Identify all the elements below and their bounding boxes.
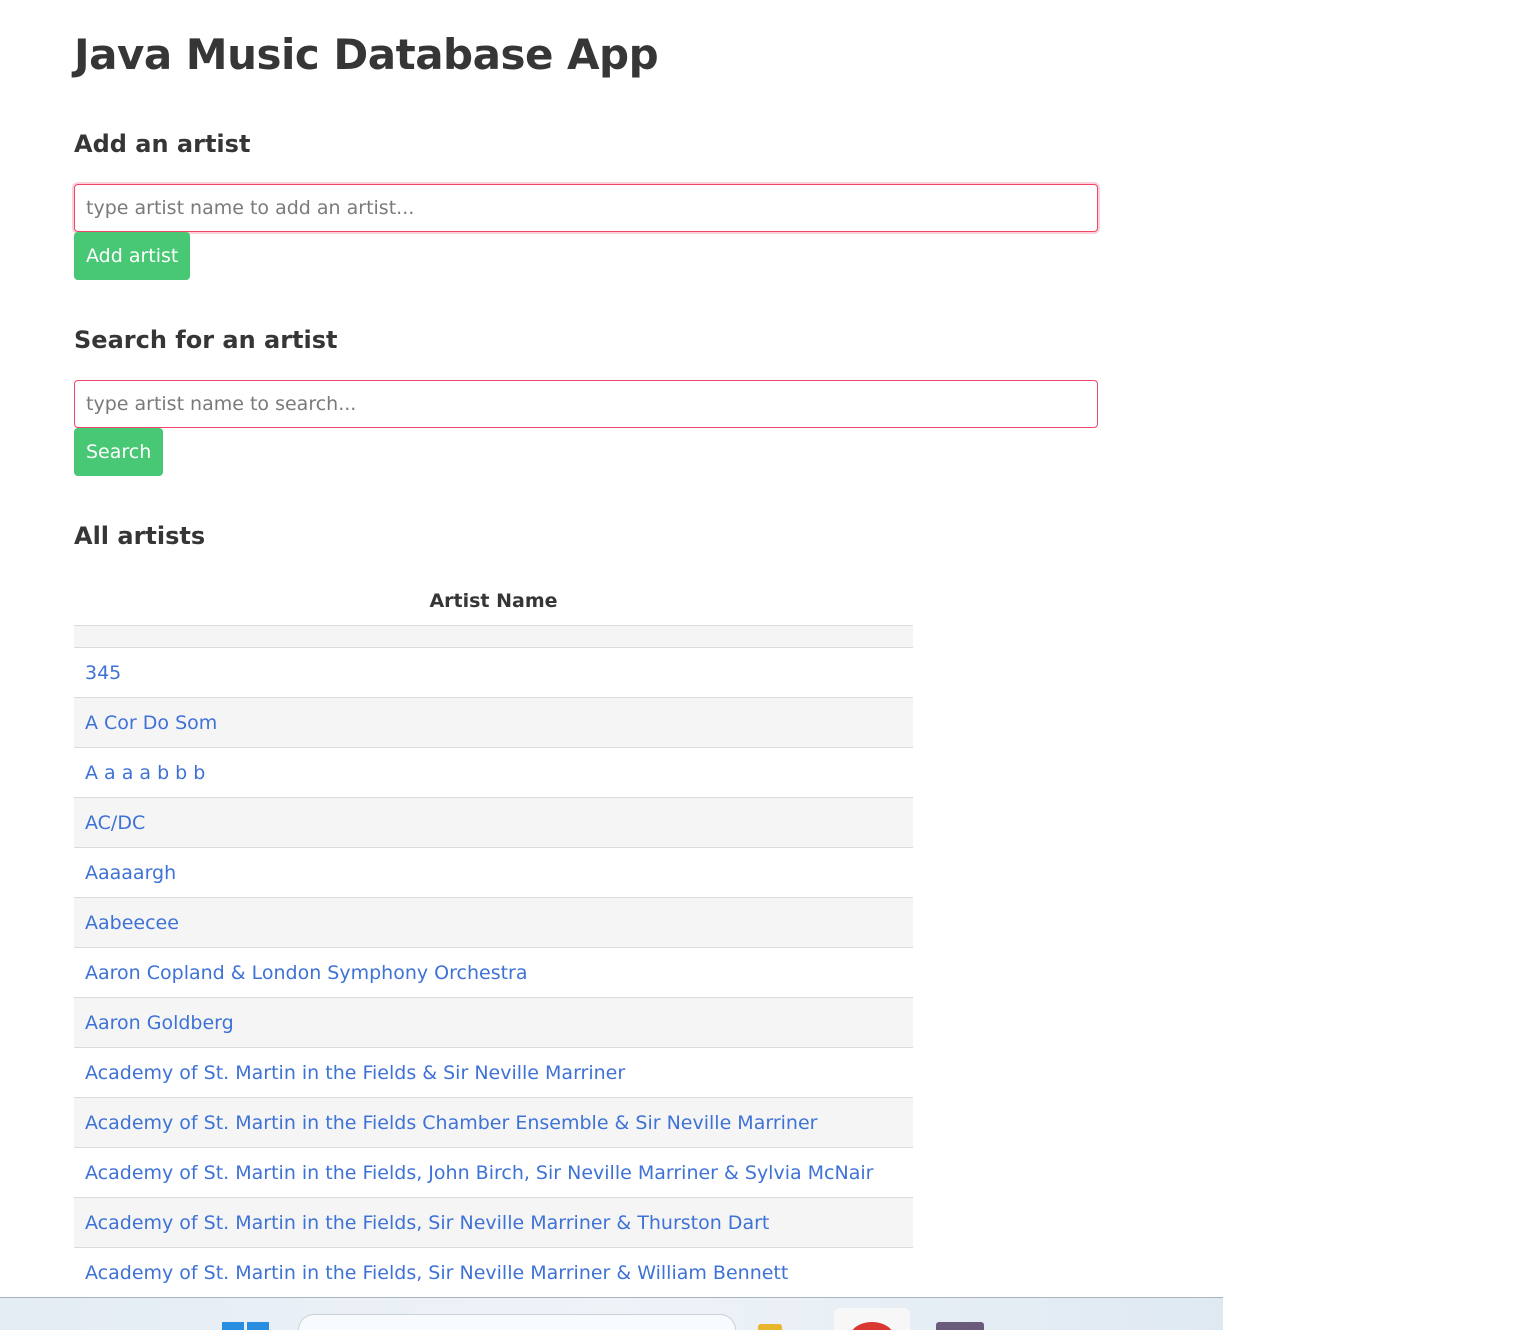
table-row: Academy of St. Martin in the Fields, Sir… xyxy=(74,1247,913,1298)
artist-link[interactable]: Aaaaargh xyxy=(85,862,176,884)
artist-link[interactable]: 345 xyxy=(85,662,121,684)
taskbar-search-box[interactable] xyxy=(298,1314,736,1330)
table-row: Aaron Copland & London Symphony Orchestr… xyxy=(74,947,913,998)
artist-link[interactable]: AC/DC xyxy=(85,812,145,834)
file-explorer-icon[interactable] xyxy=(758,1324,782,1330)
table-row: AC/DC xyxy=(74,797,913,848)
search-button[interactable]: Search xyxy=(74,428,164,476)
artist-link[interactable]: A Cor Do Som xyxy=(85,712,217,734)
table-row: Aaaaargh xyxy=(74,847,913,898)
table-row: Aaron Goldberg xyxy=(74,997,913,1048)
artist-cell: Academy of St. Martin in the Fields Cham… xyxy=(74,1097,913,1148)
artist-link[interactable]: Aaron Copland & London Symphony Orchestr… xyxy=(85,962,528,984)
artist-cell: A Cor Do Som xyxy=(74,697,913,748)
artist-cell: Aaron Goldberg xyxy=(74,997,913,1048)
artist-cell: Academy of St. Martin in the Fields, Sir… xyxy=(74,1247,913,1298)
artist-link[interactable]: Academy of St. Martin in the Fields & Si… xyxy=(85,1062,625,1084)
table-row: Academy of St. Martin in the Fields, Sir… xyxy=(74,1197,913,1248)
artist-name-column-header: Artist Name xyxy=(74,576,913,626)
add-artist-heading: Add an artist xyxy=(74,130,251,158)
page-title: Java Music Database App xyxy=(74,30,659,79)
artists-table-body: 345 A Cor Do Som A a a a b b b AC/DC Aaa… xyxy=(74,625,913,1298)
table-row: Academy of St. Martin in the Fields Cham… xyxy=(74,1097,913,1148)
search-artist-input[interactable] xyxy=(74,380,1098,428)
table-row: 345 xyxy=(74,647,913,698)
table-row: Aabeecee xyxy=(74,897,913,948)
add-artist-button[interactable]: Add artist xyxy=(74,232,191,280)
artist-cell: Aaaaargh xyxy=(74,847,913,898)
table-row: Academy of St. Martin in the Fields, Joh… xyxy=(74,1147,913,1198)
artist-link[interactable]: Academy of St. Martin in the Fields Cham… xyxy=(85,1112,817,1134)
artist-link[interactable]: Academy of St. Martin in the Fields, Joh… xyxy=(85,1162,873,1184)
artist-cell xyxy=(74,625,913,648)
table-row: A a a a b b b xyxy=(74,747,913,798)
artist-cell: 345 xyxy=(74,647,913,698)
artist-link[interactable]: Academy of St. Martin in the Fields, Sir… xyxy=(85,1262,788,1284)
add-artist-input[interactable] xyxy=(74,184,1098,232)
artist-link[interactable]: Aabeecee xyxy=(85,912,179,934)
artists-table: Artist Name 345 A Cor Do Som A a a a b b… xyxy=(74,576,913,1298)
browser-app-icon[interactable] xyxy=(834,1308,910,1330)
table-row: Academy of St. Martin in the Fields & Si… xyxy=(74,1047,913,1098)
table-row: A Cor Do Som xyxy=(74,697,913,748)
artist-cell: Aabeecee xyxy=(74,897,913,948)
artist-cell: AC/DC xyxy=(74,797,913,848)
artist-link[interactable]: Academy of St. Martin in the Fields, Sir… xyxy=(85,1212,769,1234)
table-row xyxy=(74,625,913,648)
table-header-row: Artist Name xyxy=(74,576,913,626)
artist-cell: Academy of St. Martin in the Fields & Si… xyxy=(74,1047,913,1098)
artist-cell: Academy of St. Martin in the Fields, Joh… xyxy=(74,1147,913,1198)
os-taskbar xyxy=(0,1297,1223,1330)
search-artist-heading: Search for an artist xyxy=(74,326,338,354)
artist-cell: Aaron Copland & London Symphony Orchestr… xyxy=(74,947,913,998)
all-artists-heading: All artists xyxy=(74,522,206,550)
artist-link[interactable]: A a a a b b b xyxy=(85,762,205,784)
artist-cell: A a a a b b b xyxy=(74,747,913,798)
artist-link[interactable]: Aaron Goldberg xyxy=(85,1012,234,1034)
artist-cell: Academy of St. Martin in the Fields, Sir… xyxy=(74,1197,913,1248)
